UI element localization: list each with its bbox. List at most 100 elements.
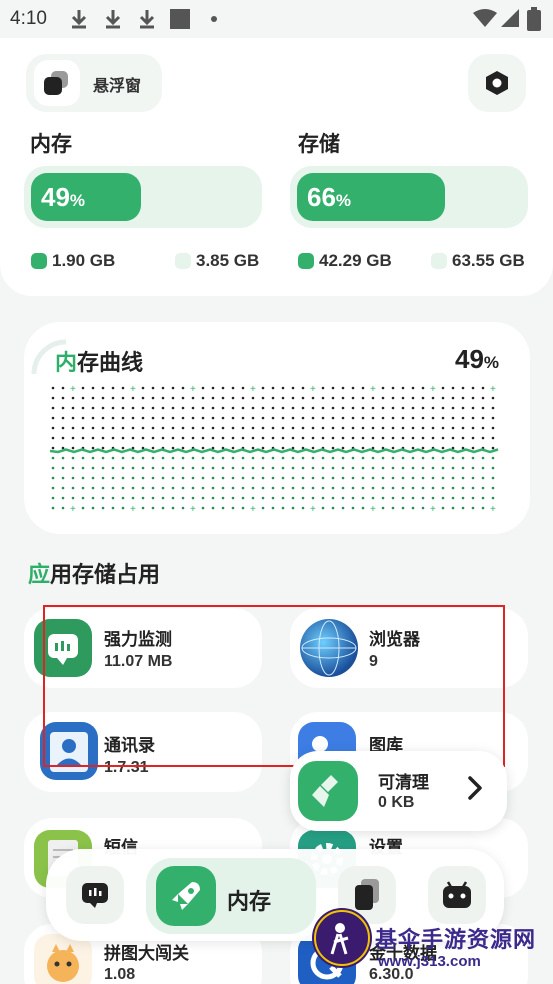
grid-dot [231, 486, 235, 490]
grid-dot [171, 396, 175, 400]
grid-dot [381, 486, 385, 490]
grid-dot [101, 466, 105, 470]
grid-dot [101, 416, 105, 420]
nav-device-tab[interactable] [428, 866, 486, 924]
grid-dot [321, 496, 325, 500]
grid-dot [261, 466, 265, 470]
grid-plus-marker: + [190, 504, 196, 511]
storage-bar: 66% [290, 166, 528, 228]
grid-dot [261, 456, 265, 460]
grid-dot [381, 396, 385, 400]
grid-dot [181, 446, 185, 450]
grid-dot [441, 426, 445, 430]
grid-dot [51, 426, 55, 430]
grid-dot [151, 426, 155, 430]
grid-dot [461, 426, 465, 430]
grid-dot [181, 466, 185, 470]
grid-dot [431, 406, 435, 410]
grid-dot [371, 486, 375, 490]
grid-dot [181, 396, 185, 400]
grid-dot [411, 506, 415, 510]
grid-dot [481, 416, 485, 420]
app-storage-title: 应用存储占用 [28, 562, 161, 587]
grid-dot [311, 406, 315, 410]
grid-dot [281, 506, 285, 510]
grid-dot [81, 506, 85, 510]
grid-dot [371, 416, 375, 420]
nav-monitor-tab[interactable] [66, 866, 124, 924]
grid-dot [341, 466, 345, 470]
grid-dot [91, 476, 95, 480]
grid-dot [101, 456, 105, 460]
grid-dot [471, 426, 475, 430]
grid-dot [371, 436, 375, 440]
grid-dot [361, 466, 365, 470]
grid-dot [131, 486, 135, 490]
grid-dot [61, 406, 65, 410]
grid-dot [271, 436, 275, 440]
grid-dot [421, 406, 425, 410]
grid-dot [491, 436, 495, 440]
grid-dot [291, 396, 295, 400]
grid-dot [241, 476, 245, 480]
grid-dot [251, 426, 255, 430]
grid-dot [471, 446, 475, 450]
grid-dot [241, 456, 245, 460]
grid-dot [161, 396, 165, 400]
grid-dot [81, 396, 85, 400]
grid-dot [51, 406, 55, 410]
grid-dot [191, 396, 195, 400]
grid-plus-marker: + [370, 385, 376, 395]
grid-dot [441, 406, 445, 410]
grid-dot [381, 466, 385, 470]
grid-dot [491, 406, 495, 410]
watermark-title: 基伞手游资源网 [375, 927, 537, 952]
grid-dot [131, 476, 135, 480]
grid-dot [201, 456, 205, 460]
settings-button[interactable] [468, 54, 526, 112]
chevron-right-icon[interactable] [466, 775, 484, 808]
grid-dot [421, 396, 425, 400]
grid-dot [101, 486, 105, 490]
grid-dot [201, 446, 205, 450]
grid-dot [171, 466, 175, 470]
grid-dot [251, 406, 255, 410]
grid-dot [261, 396, 265, 400]
grid-dot [191, 496, 195, 500]
grid-dot [271, 396, 275, 400]
grid-dot [131, 496, 135, 500]
grid-dot [351, 496, 355, 500]
grid-dot [241, 506, 245, 510]
grid-dot [151, 396, 155, 400]
grid-dot [101, 396, 105, 400]
grid-dot [111, 396, 115, 400]
grid-dot [261, 476, 265, 480]
grid-dot [241, 396, 245, 400]
grid-dot [411, 406, 415, 410]
grid-dot [401, 436, 405, 440]
grid-dot [471, 456, 475, 460]
grid-dot [471, 416, 475, 420]
grid-dot [201, 496, 205, 500]
grid-dot [441, 486, 445, 490]
grid-dot [371, 476, 375, 480]
grid-dot [161, 466, 165, 470]
grid-dot [321, 396, 325, 400]
grid-dot [151, 506, 155, 510]
storage-total: 63.55 GB [452, 251, 525, 270]
grid-dot [51, 506, 55, 510]
grid-dot [361, 496, 365, 500]
grid-dot [271, 386, 275, 390]
grid-dot [471, 396, 475, 400]
grid-dot [381, 436, 385, 440]
grid-dot [121, 446, 125, 450]
grid-dot [411, 456, 415, 460]
grid-dot [421, 456, 425, 460]
status-time: 4:10 [10, 8, 47, 29]
grid-dot [291, 476, 295, 480]
grid-dot [481, 466, 485, 470]
grid-dot [181, 496, 185, 500]
grid-dot [71, 466, 75, 470]
grid-dot [231, 506, 235, 510]
grid-dot [351, 426, 355, 430]
